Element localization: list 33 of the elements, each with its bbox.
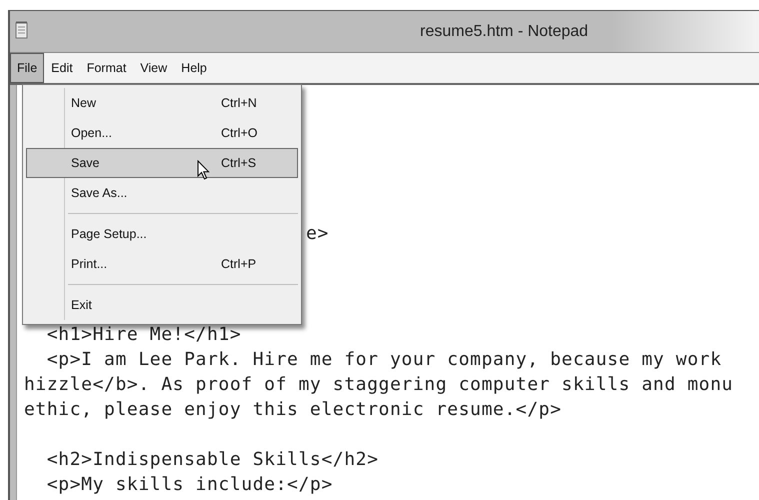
code-line: hizzle</b>. As proof of my staggering computer skills and monu [24, 373, 734, 397]
menu-item[interactable]: Edit [44, 53, 80, 83]
menu-option[interactable]: Exit [26, 290, 298, 320]
window-title: resume5.htm - Notepad [420, 22, 588, 40]
menu-option[interactable]: Save As... [26, 178, 298, 208]
option-label: New [71, 96, 96, 110]
menu-item[interactable]: File [10, 53, 44, 83]
option-label: Save As... [71, 186, 128, 200]
code-line: <h1>Hire Me!</h1> [46, 323, 242, 347]
option-label: Print... [71, 257, 108, 271]
code-line: e> [306, 222, 329, 246]
code-line: ethic, please enjoy this electronic resume.</p> [24, 398, 562, 422]
option-label: Page Setup... [71, 227, 147, 241]
menu-option[interactable]: Open... Ctrl+O [26, 118, 298, 148]
menu-option[interactable]: Print... Ctrl+P [26, 249, 298, 279]
notepad-icon [15, 21, 29, 39]
code-line: <p>My skills include:</p> [46, 473, 333, 497]
menu-item[interactable]: Format [80, 53, 134, 83]
option-label: Open... [71, 126, 112, 140]
shortcut-label: Ctrl+S [221, 156, 256, 170]
menu-option[interactable]: New Ctrl+N [26, 88, 298, 118]
menu-item[interactable]: View [133, 53, 174, 83]
code-line: <p>I am Lee Park. Hire me for your company, because my work [46, 348, 722, 372]
menu-option[interactable]: Page Setup... [26, 219, 298, 249]
shortcut-label: Ctrl+N [221, 96, 257, 110]
menu-item[interactable]: Help [174, 53, 214, 83]
option-label: Exit [71, 298, 92, 312]
shortcut-label: Ctrl+P [221, 257, 256, 271]
code-line: <h2>Indispensable Skills</h2> [46, 448, 379, 472]
menu-option[interactable]: Save Ctrl+S [26, 148, 298, 178]
option-label: Save [71, 156, 100, 170]
shortcut-label: Ctrl+O [221, 126, 258, 140]
pointer-icon [197, 160, 211, 181]
